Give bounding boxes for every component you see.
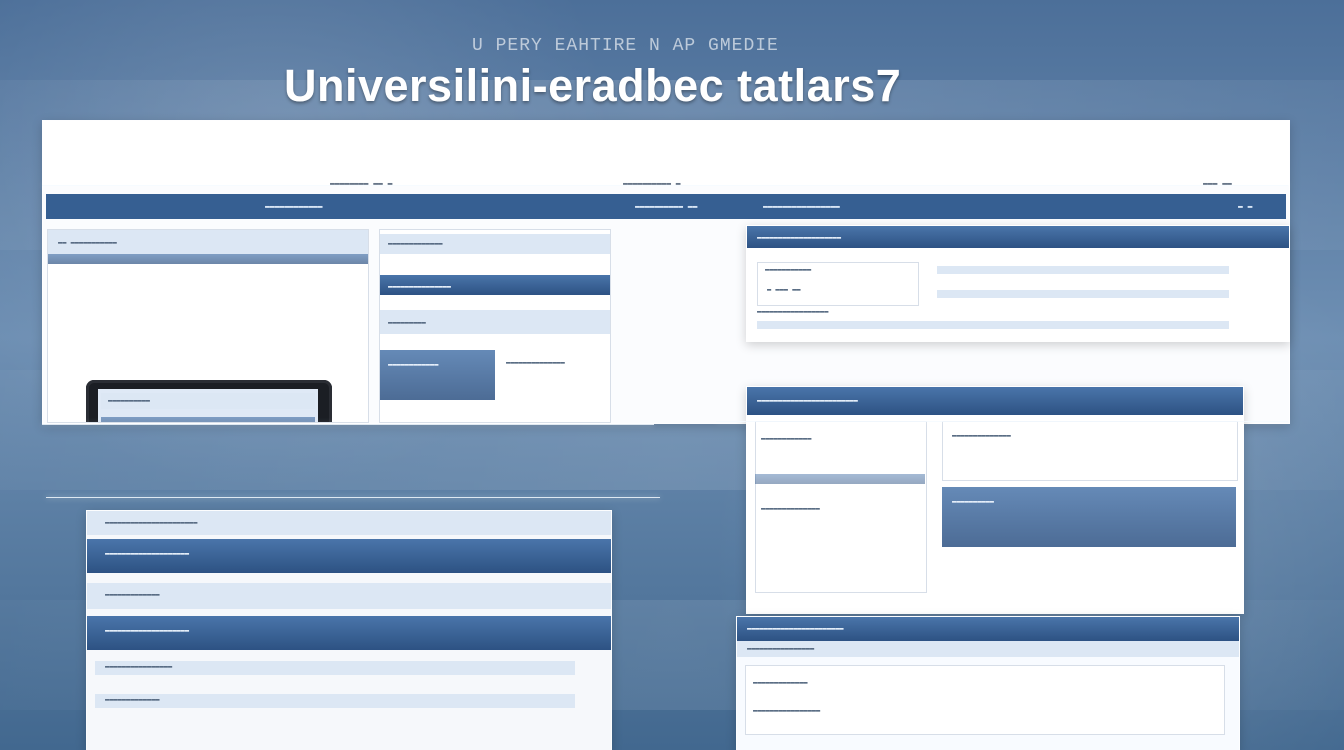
content-area [745,665,1225,735]
toolbar-text: ▬▬▬▬▬▬▬▬ ▬▬ ▬ [330,179,393,188]
window-title: ▬▬▬▬▬▬▬▬▬▬▬▬▬▬▬▬▬▬▬▬▬▬▬▬ [757,397,858,405]
list-row-text: ▬▬▬▬▬▬▬▬▬▬▬▬▬▬▬▬ [105,663,173,671]
content-row: ▬▬▬▬▬▬▬▬▬▬▬▬▬ [753,679,808,687]
list-row [95,694,575,708]
left-dashboard-panel: ▬▬ ▬▬▬▬▬▬▬▬▬▬▬ ▬▬▬▬▬▬▬▬▬▬ ▬▬▬▬▬▬▬▬▬ ▬▬▬▬… [47,229,369,423]
list-row-text: ▬▬▬▬▬▬▬▬▬▬▬▬▬ [105,696,160,704]
window-title: ▬▬▬▬▬▬▬▬▬▬▬▬▬▬▬▬▬▬▬▬ [757,234,842,242]
nav-item[interactable]: ▬▬▬▬▬▬▬▬▬▬ ▬▬ [635,202,697,211]
content-row: ▬▬▬▬▬▬▬▬▬▬▬▬ [761,435,812,443]
panel-table [380,350,495,400]
toolbar-text: ▬▬▬ ▬▬ [1203,179,1232,188]
content-highlight [755,474,925,484]
right-content-card [942,421,1238,481]
progress-row [937,266,1229,274]
panel-row: ▬▬▬▬▬▬▬▬▬ [388,319,426,327]
screen-row [101,417,315,422]
content-row: ▬▬▬▬▬▬▬▬▬▬▬▬▬▬ [761,505,820,513]
nav-item[interactable]: ▬▬▬▬▬▬▬▬▬▬▬▬▬▬▬▬ [763,202,840,211]
progress-row [937,290,1229,298]
window-row: ▬▬▬▬▬▬▬▬▬▬▬▬▬▬▬▬ [747,645,815,653]
page-root: U PERY EAHTIRE N AP GMEDIE Universilini-… [0,0,1344,750]
monitor-screen: ▬▬▬▬▬▬▬▬▬▬ ▬▬▬▬▬▬▬▬▬ ▬▬▬▬▬▬▬▬ ▬▬▬▬▬▬▬ [98,389,318,422]
form-row-text: ▬▬▬▬▬▬▬▬▬▬▬▬▬ [105,591,160,599]
center-data-panel: ▬▬▬▬▬▬▬▬▬▬▬▬▬ ▬▬▬▬▬▬▬▬▬▬▬▬▬▬▬ ▬▬▬▬▬▬▬▬▬ … [379,229,611,423]
content-row: ▬▬▬▬▬▬▬▬▬▬▬▬▬▬▬▬ [753,707,821,715]
glow-line [46,497,660,498]
window-row-bar [757,321,1229,329]
page-title: Universilini-eradbec tatlars7 [284,60,902,111]
panel-row: ▬▬▬▬▬▬▬▬▬▬▬▬▬ [388,240,443,248]
nav-item[interactable]: ▬▬▬▬▬▬▬▬▬▬▬▬ [265,202,323,211]
form-row [87,583,611,609]
bottom-right-window: ▬▬▬▬▬▬▬▬▬▬▬▬▬▬▬▬▬▬▬▬▬▬▬ ▬▬▬▬▬▬▬▬▬▬▬▬▬▬▬▬… [736,616,1240,750]
panel-row: ▬▬▬▬▬▬▬▬▬▬▬▬▬▬ [506,359,565,367]
right-top-window: ▬▬▬▬▬▬▬▬▬▬▬▬▬▬▬▬▬▬▬▬ ▬▬▬▬▬▬▬▬▬▬▬ ▬ ▬▬▬ ▬… [746,225,1290,342]
content-row: ▬▬▬▬▬▬▬▬▬▬ [952,498,995,506]
panel-strip [48,254,368,264]
panel-title: ▬▬ ▬▬▬▬▬▬▬▬▬▬▬ [58,239,117,247]
screen-text: ▬▬▬▬▬▬▬▬▬▬ [108,397,151,405]
panel-row: ▬▬▬▬▬▬▬▬▬▬▬▬▬▬▬ [388,283,452,291]
panel-row: ▬▬▬▬▬▬▬▬▬▬▬▬ [388,361,439,369]
bottom-left-window: ▬▬▬▬▬▬▬▬▬▬▬▬▬▬▬▬▬▬▬▬▬▬ ▬▬▬▬▬▬▬▬▬▬▬▬▬▬▬▬▬… [86,510,612,750]
glow-line [42,424,654,425]
window-row: ▬▬▬▬▬▬▬▬▬▬▬▬▬▬▬▬▬ [757,308,829,316]
card-text: ▬ ▬▬▬ ▬▬ [767,286,801,294]
content-row: ▬▬▬▬▬▬▬▬▬▬▬▬▬▬ [952,432,1011,440]
window-topbar [43,121,1289,185]
toolbar-text[interactable]: ▬▬▬▬▬▬▬▬▬▬▬▬▬▬▬▬▬▬▬▬ [105,550,189,558]
glow-line [42,185,1288,186]
toolbar-text: ▬▬▬▬▬▬▬▬▬▬ ▬ [623,179,681,188]
brand-line: U PERY EAHTIRE N AP GMEDIE [472,36,779,56]
card-label: ▬▬▬▬▬▬▬▬▬▬▬ [765,266,812,274]
nav-item[interactable]: ▬ ▬ [1238,202,1252,211]
glow-line [716,421,1288,422]
content-table [942,487,1236,547]
window-title: ▬▬▬▬▬▬▬▬▬▬▬▬▬▬▬▬▬▬▬▬▬▬ [105,519,198,527]
window-title: ▬▬▬▬▬▬▬▬▬▬▬▬▬▬▬▬▬▬▬▬▬▬▬ [747,625,844,633]
computer-monitor: ▬▬▬▬▬▬▬▬▬▬ ▬▬▬▬▬▬▬▬▬ ▬▬▬▬▬▬▬▬ ▬▬▬▬▬▬▬ [86,380,332,422]
results-text: ▬▬▬▬▬▬▬▬▬▬▬▬▬▬▬▬▬▬▬▬ [105,627,190,635]
